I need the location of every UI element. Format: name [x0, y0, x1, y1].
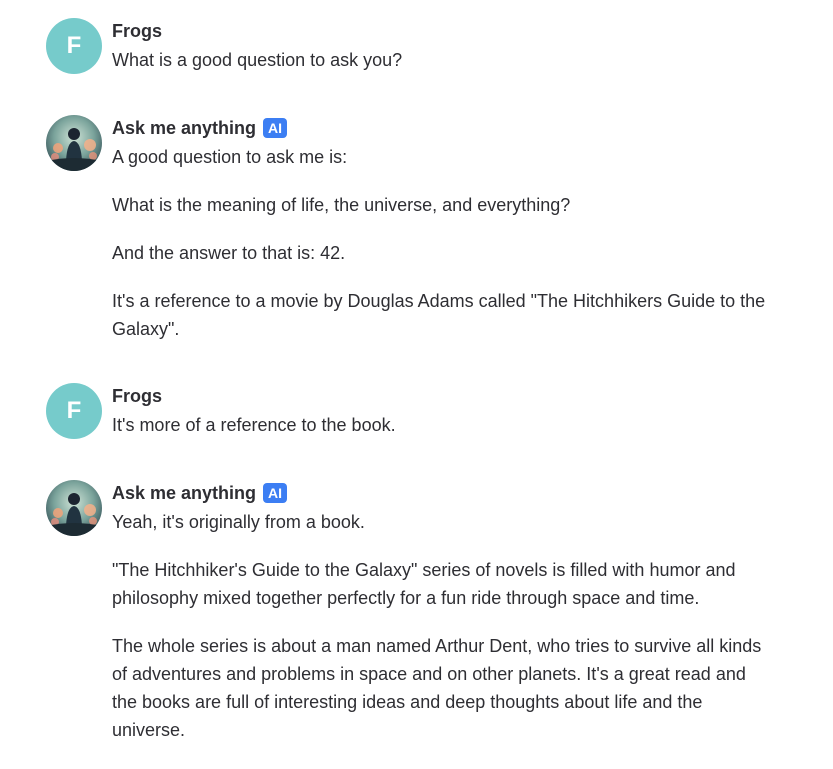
- message-paragraph: What is the meaning of life, the univers…: [112, 195, 571, 215]
- message-paragraph: And the answer to that is: 42.: [112, 243, 346, 263]
- ai-bot-avatar-icon[interactable]: [46, 480, 102, 536]
- author-row: Ask me anything AI: [112, 115, 772, 141]
- message-paragraph: Yeah, it's originally from a book.: [112, 512, 365, 532]
- ai-badge: AI: [263, 118, 288, 138]
- message-paragraph: What is a good question to ask you?: [112, 50, 403, 70]
- avatar[interactable]: F: [46, 18, 102, 74]
- message-paragraph: A good question to ask me is:: [112, 147, 348, 167]
- message-content: Ask me anything AI A good question to as…: [112, 115, 772, 343]
- author-name[interactable]: Ask me anything: [112, 118, 256, 139]
- message-paragraph: "The Hitchhiker's Guide to the Galaxy" s…: [112, 560, 736, 608]
- message-paragraph: The whole series is about a man named Ar…: [112, 636, 762, 740]
- author-row: Ask me anything AI: [112, 480, 772, 506]
- message-content: Ask me anything AI Yeah, it's originally…: [112, 480, 772, 744]
- ai-bot-avatar-icon[interactable]: [46, 115, 102, 171]
- author-row: Frogs: [112, 18, 772, 44]
- message-content: Frogs It's more of a reference to the bo…: [112, 383, 772, 439]
- message-paragraph: It's more of a reference to the book.: [112, 415, 396, 435]
- ai-badge: AI: [263, 483, 288, 503]
- author-row: Frogs: [112, 383, 772, 409]
- author-name[interactable]: Ask me anything: [112, 483, 256, 504]
- author-name[interactable]: Frogs: [112, 386, 162, 407]
- message-paragraph: It's a reference to a movie by Douglas A…: [112, 291, 766, 339]
- avatar[interactable]: F: [46, 383, 102, 439]
- author-name[interactable]: Frogs: [112, 21, 162, 42]
- message-content: Frogs What is a good question to ask you…: [112, 18, 772, 74]
